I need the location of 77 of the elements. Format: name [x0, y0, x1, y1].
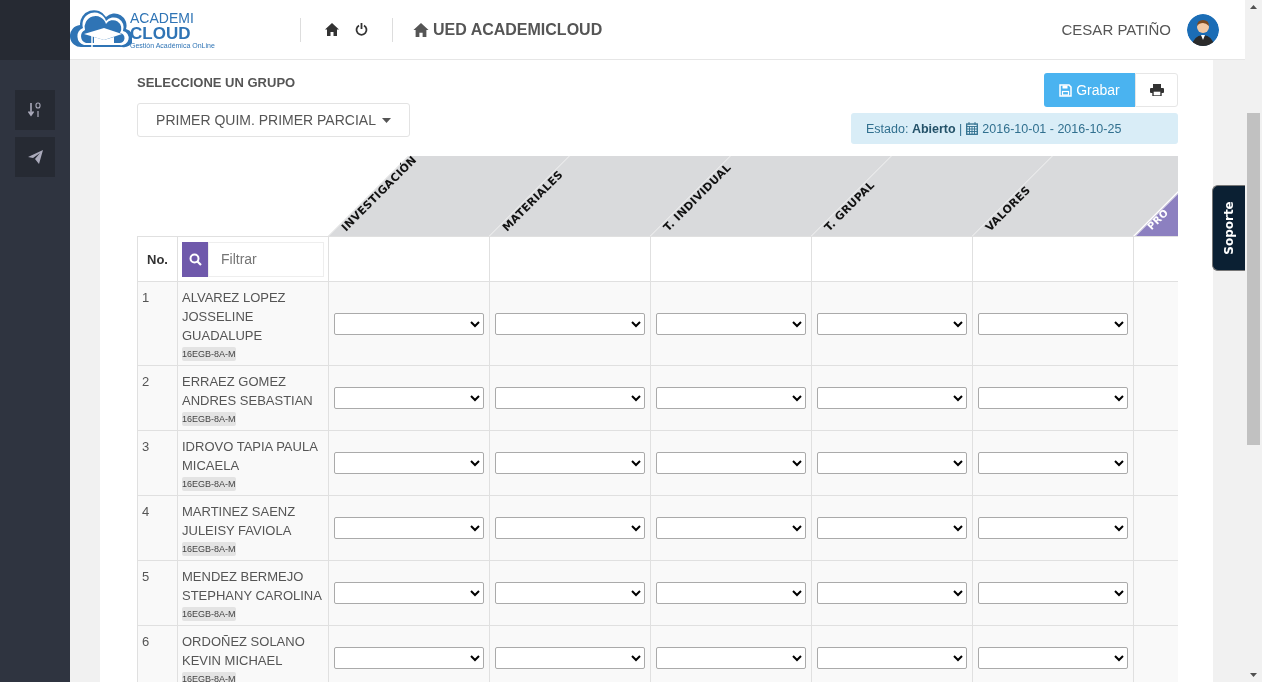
grade-select[interactable]	[334, 452, 484, 474]
print-button[interactable]	[1135, 73, 1178, 107]
group-dropdown[interactable]: PRIMER QUIM. PRIMER PARCIAL	[137, 103, 410, 137]
sort-button[interactable]	[15, 90, 55, 130]
support-tab[interactable]: Soporte	[1212, 185, 1245, 271]
search-button[interactable]	[182, 241, 208, 277]
grade-select[interactable]	[656, 517, 806, 539]
grade-select[interactable]	[495, 582, 645, 604]
status-text: Estado: Abierto |	[866, 121, 963, 136]
printer-icon	[1149, 84, 1164, 96]
home-icon	[325, 23, 339, 36]
grade-select[interactable]	[817, 517, 967, 539]
search-icon	[188, 252, 202, 266]
grade-select[interactable]	[978, 387, 1128, 409]
scroll-up-icon[interactable]	[1250, 5, 1257, 9]
logo-text: ACADEMI	[130, 10, 195, 25]
grade-select[interactable]	[978, 312, 1128, 335]
grade-select[interactable]	[656, 312, 806, 335]
grade-select[interactable]	[495, 387, 645, 409]
grade-select[interactable]	[978, 452, 1128, 474]
caret-icon	[381, 117, 391, 123]
paper-plane-icon	[27, 150, 43, 164]
group-badge: 16EGB-8A-M	[182, 542, 236, 556]
table-cell: 1	[137, 281, 178, 366]
student-name: IDROVO TAPIA PAULA MICAELA	[182, 438, 319, 475]
table-cell: 5	[137, 560, 178, 626]
avatar[interactable]	[1187, 13, 1219, 46]
grade-select[interactable]	[656, 452, 806, 474]
filter-field[interactable]: Filtrar	[208, 241, 324, 277]
scroll-down-icon[interactable]	[1250, 673, 1257, 677]
grade-select[interactable]	[978, 647, 1128, 669]
group-badge: 16EGB-8A-M	[182, 347, 236, 361]
grade-select[interactable]	[817, 312, 967, 335]
send-button[interactable]	[15, 137, 55, 177]
power-icon	[355, 23, 368, 36]
date-range: 2016-10-01 - 2016-10-25	[982, 121, 1122, 136]
group-label: SELECCIONE UN GRUPO	[137, 75, 297, 90]
grade-select[interactable]	[817, 647, 967, 669]
logo-text: CLOUD	[130, 24, 192, 42]
sidebar-header	[0, 0, 70, 60]
group-badge: 16EGB-8A-M	[182, 672, 236, 682]
grade-select[interactable]	[817, 452, 967, 474]
calendar-icon	[966, 122, 979, 135]
grade-select[interactable]	[334, 387, 484, 409]
grade-select[interactable]	[334, 582, 484, 604]
home-icon	[413, 22, 429, 37]
grade-select[interactable]	[817, 582, 967, 604]
group-badge: 16EGB-8A-M	[182, 607, 236, 621]
grade-select[interactable]	[656, 582, 806, 604]
grade-select[interactable]	[334, 647, 484, 669]
grade-select[interactable]	[817, 387, 967, 409]
sort-icon	[27, 102, 43, 118]
table-cell: 4	[137, 495, 178, 561]
group-badge: 16EGB-8A-M	[182, 412, 236, 426]
student-name: MARTINEZ SAENZ JULEISY FAVIOLA	[182, 503, 297, 540]
table-cell: 2	[137, 365, 178, 431]
scrollbar[interactable]	[1245, 0, 1262, 682]
student-name: ERRAEZ GOMEZ ANDRES SEBASTIAN	[182, 373, 314, 410]
student-name: MENDEZ BERMEJO STEPHANY CAROLINA	[182, 568, 323, 605]
grade-select[interactable]	[656, 647, 806, 669]
grade-select[interactable]	[978, 582, 1128, 604]
table-cell: 6	[137, 625, 178, 682]
group-badge: 16EGB-8A-M	[182, 477, 236, 491]
grade-select[interactable]	[978, 517, 1128, 539]
grade-select[interactable]	[334, 312, 484, 335]
grade-select[interactable]	[495, 517, 645, 539]
grade-select[interactable]	[656, 387, 806, 409]
student-name: ORDOÑEZ SOLANO KEVIN MICHAEL	[182, 633, 306, 670]
grade-select[interactable]	[495, 647, 645, 669]
school-name: UED ACADEMICLOUD	[433, 20, 603, 39]
table-header-cell: No.	[137, 236, 178, 282]
student-name: ALVAREZ LOPEZ JOSSELINE GUADALUPE	[182, 289, 287, 345]
grade-select[interactable]	[334, 517, 484, 539]
table-cell: 3	[137, 430, 178, 496]
grade-select[interactable]	[495, 312, 645, 335]
user-name[interactable]: CESAR PATIÑO	[1061, 21, 1171, 38]
grade-select[interactable]	[495, 452, 645, 474]
